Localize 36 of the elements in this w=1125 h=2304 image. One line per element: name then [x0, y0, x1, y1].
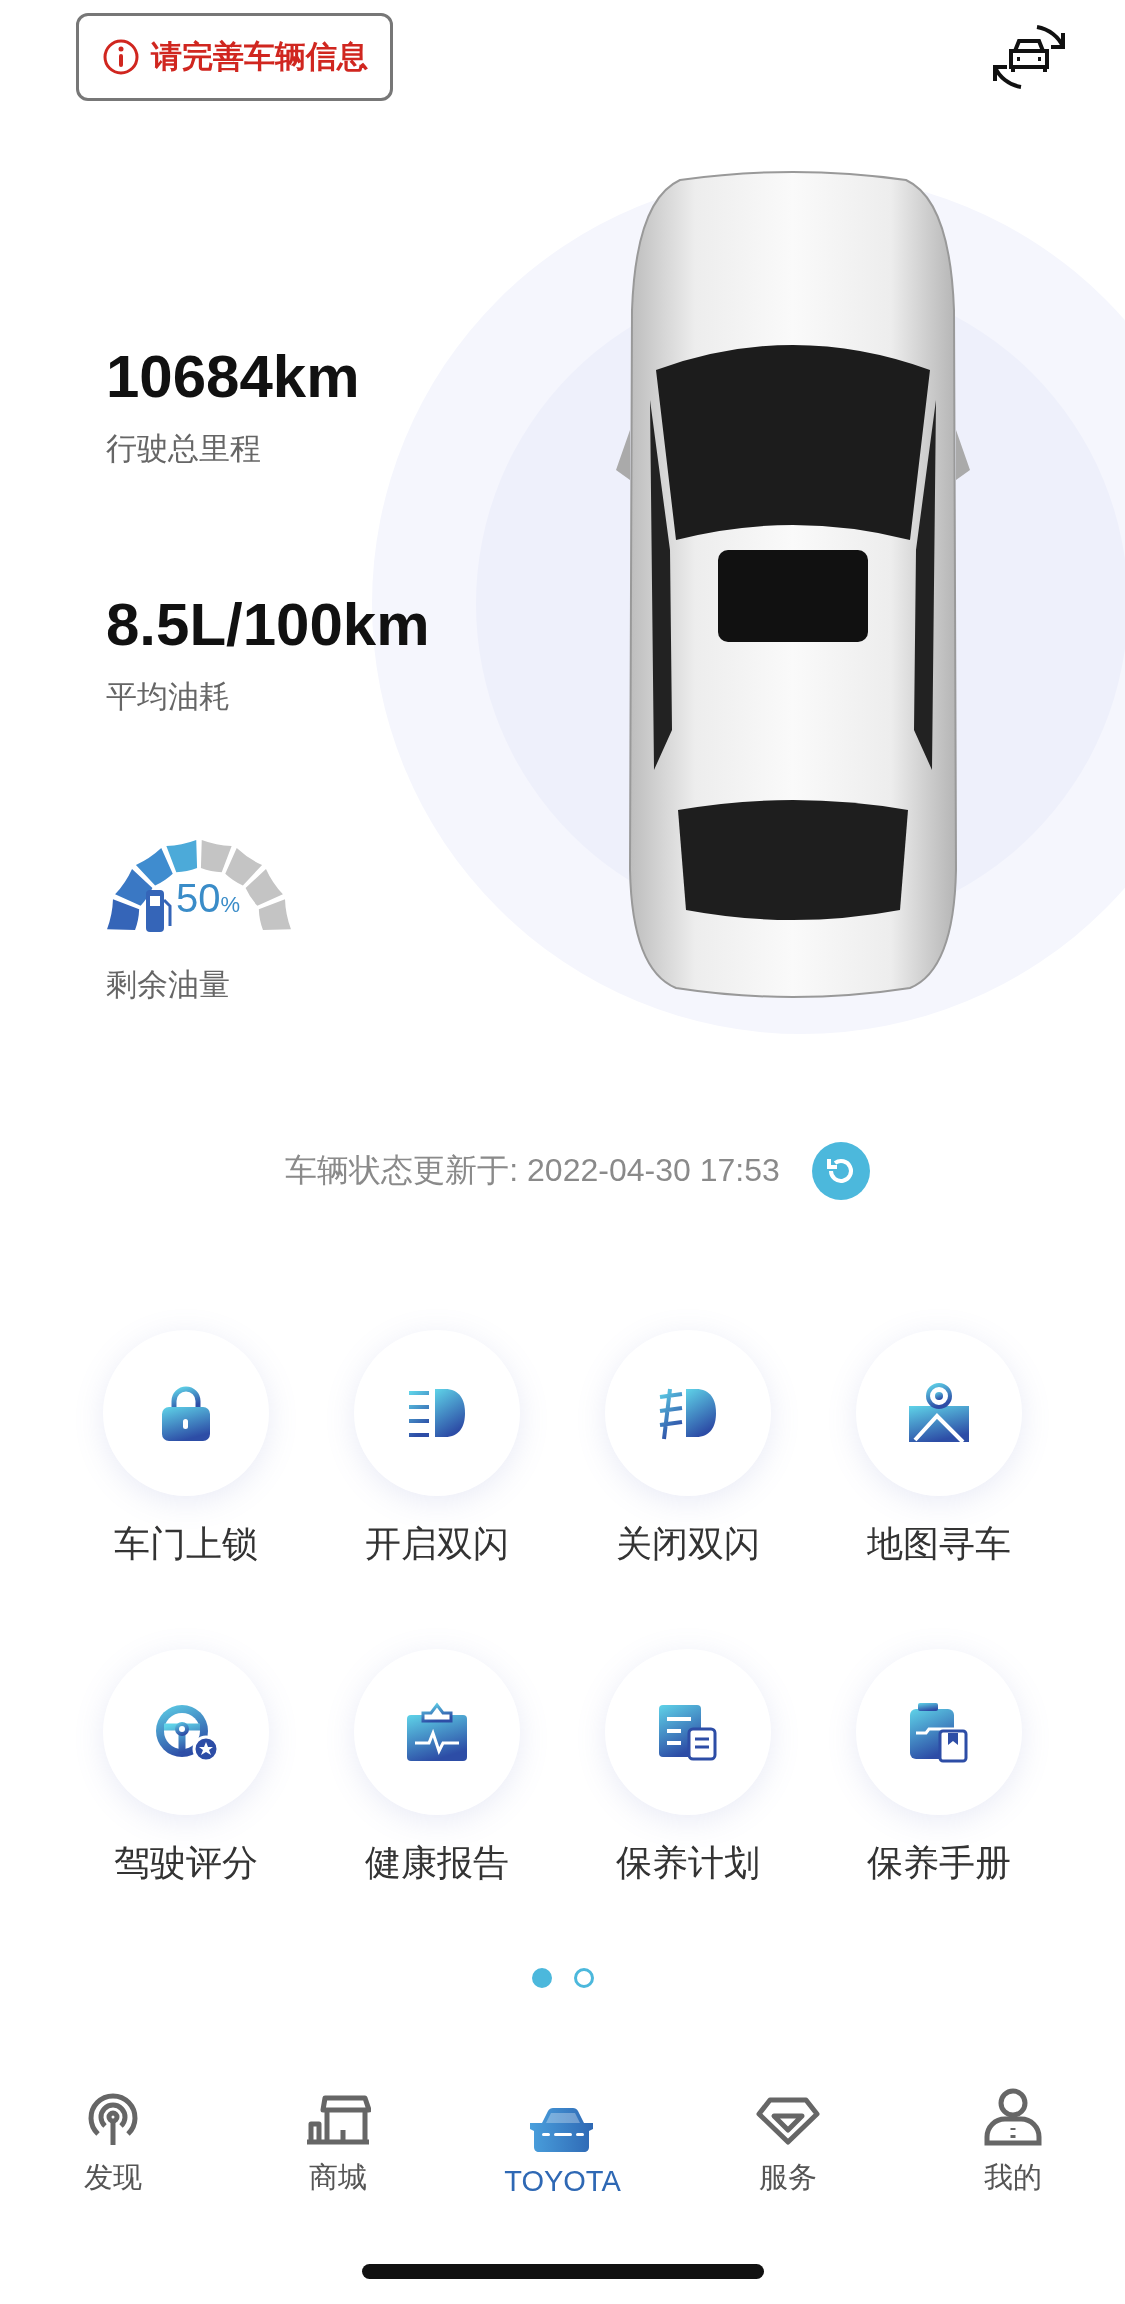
fuel-label: 剩余油量: [106, 966, 230, 1004]
padlock-icon: [160, 1385, 212, 1441]
quick-action[interactable]: 保养计划: [562, 1649, 814, 1888]
fuel-percent: 50: [176, 876, 221, 921]
tab-item[interactable]: 服务: [675, 2078, 900, 2198]
stat-value: 8.5L/100km: [106, 590, 430, 660]
tab-item[interactable]: 我的: [900, 2078, 1125, 2198]
page-dot[interactable]: [573, 1968, 594, 1988]
tab-item[interactable]: 发现: [0, 2078, 225, 2198]
quick-action[interactable]: 地图寻车: [813, 1330, 1065, 1569]
fuel-pump-icon: [146, 890, 172, 932]
status-update-time: 车辆状态更新于: 2022-04-30 17:53: [285, 1151, 780, 1190]
stat-value: 10684km: [106, 342, 360, 412]
tab-item[interactable]: TOYOTA: [450, 2078, 675, 2198]
quick-action[interactable]: 驾驶评分: [60, 1649, 312, 1888]
shop-icon: [304, 2094, 371, 2146]
quick-action[interactable]: 车门上锁: [60, 1330, 312, 1569]
quick-action[interactable]: 开启双闪: [311, 1330, 563, 1569]
map-pin-icon: [907, 1382, 971, 1444]
refresh-button[interactable]: [811, 1142, 870, 1200]
document-list-icon: [657, 1703, 719, 1761]
page-dot[interactable]: [531, 1968, 552, 1988]
quick-action[interactable]: 关闭双闪: [562, 1330, 814, 1569]
diamond-icon: [755, 2096, 820, 2146]
stat-label: 行驶总里程: [106, 430, 261, 468]
quick-action[interactable]: 保养手册: [813, 1649, 1065, 1888]
percent-sign: %: [220, 892, 241, 918]
car-icon: [529, 2107, 596, 2153]
person-icon: [982, 2088, 1043, 2146]
stat-label: 平均油耗: [106, 678, 230, 716]
quick-action[interactable]: 健康报告: [311, 1649, 563, 1888]
tab-item[interactable]: 商城: [225, 2078, 450, 2198]
clipboard-pulse-icon: [405, 1701, 469, 1763]
folder-book-icon: [908, 1701, 970, 1763]
complete-info-button[interactable]: 请完善车辆信息: [76, 13, 393, 101]
info-icon: [103, 39, 139, 75]
